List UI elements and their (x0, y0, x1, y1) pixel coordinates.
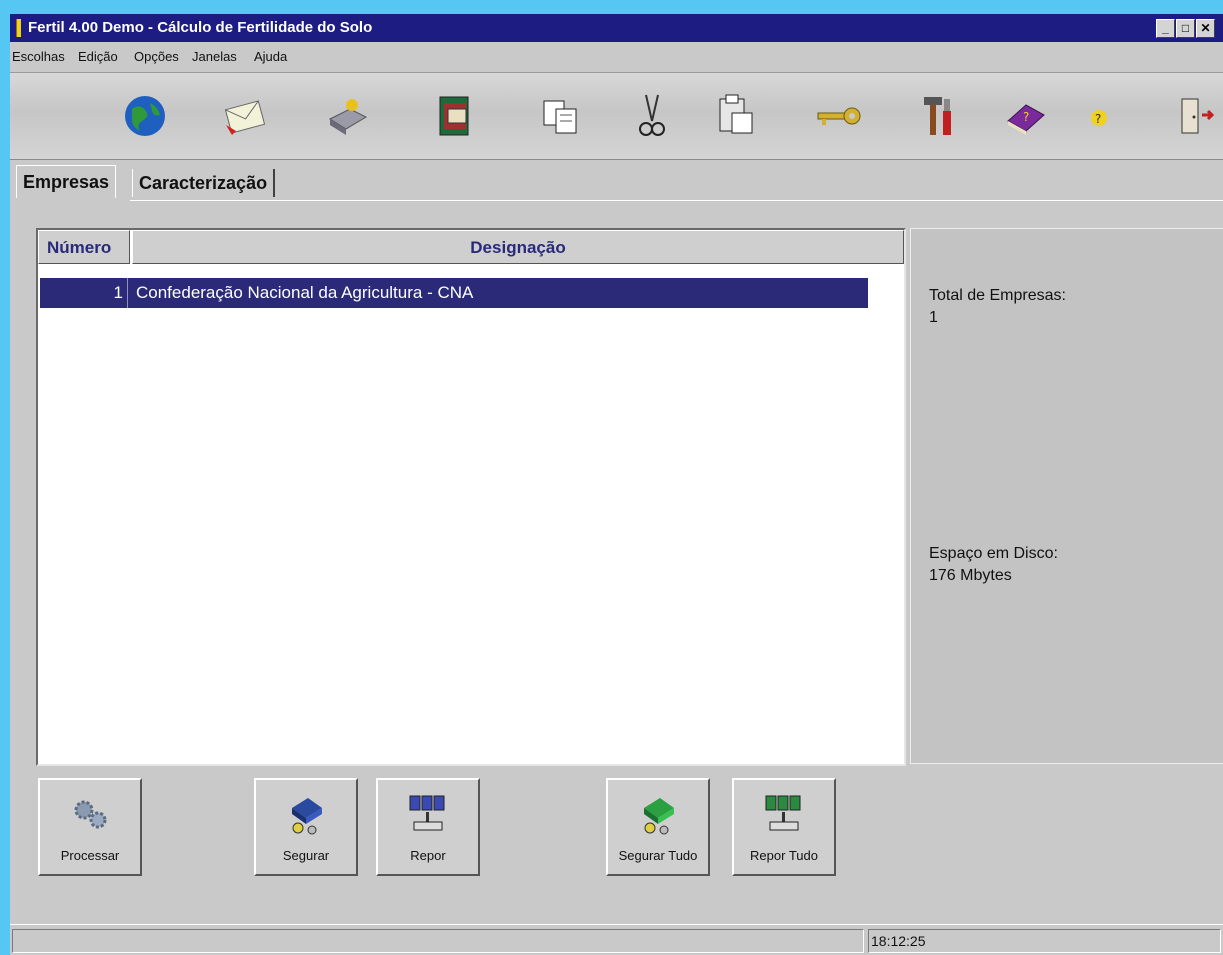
svg-text:?: ? (1023, 110, 1029, 124)
processar-button[interactable]: Processar (38, 778, 142, 876)
grid-header: Número Designação (38, 230, 904, 266)
total-empresas-value: 1 (929, 309, 938, 326)
maximize-icon[interactable]: □ (1176, 19, 1195, 38)
envelope-icon[interactable] (220, 91, 270, 141)
tab-empresas[interactable]: Empresas (16, 165, 117, 198)
status-bar: 18:12:25 (10, 924, 1223, 955)
minimize-icon[interactable]: _ (1156, 19, 1175, 38)
segurar-label: Segurar (282, 848, 330, 863)
total-empresas-label: Total de Empresas: (929, 287, 1066, 304)
paste-icon[interactable] (710, 91, 760, 141)
column-header-designacao[interactable]: Designação (132, 230, 904, 264)
cell-designacao: Confederação Nacional da Agricultura - C… (136, 283, 474, 302)
menu-escolhas[interactable]: Escolhas (12, 49, 65, 64)
segurar-button[interactable]: Segurar (254, 778, 358, 876)
backup-green-icon (634, 792, 682, 838)
segurar-tudo-button[interactable]: Segurar Tudo (606, 778, 710, 876)
copy-icon[interactable] (536, 91, 586, 141)
help-icon[interactable]: ? (1074, 91, 1124, 141)
book-icon[interactable]: ? (1000, 91, 1050, 141)
status-clock: 18:12:25 (868, 929, 1221, 953)
menu-opcoes[interactable]: Opções (134, 49, 179, 64)
tab-divider (130, 200, 1223, 201)
app-icon (16, 19, 21, 37)
column-header-numero[interactable]: Número (38, 230, 130, 264)
table-row[interactable]: 1 Confederação Nacional da Agricultura -… (40, 278, 868, 308)
restore-blue-icon (404, 792, 452, 838)
tools-icon[interactable] (914, 91, 964, 141)
disk-icon[interactable] (322, 91, 372, 141)
processar-label: Processar (60, 848, 120, 863)
archive-icon[interactable] (430, 91, 480, 141)
gears-icon (66, 792, 114, 838)
menu-bar: Escolhas Edição Opções Janelas Ajuda (10, 44, 1223, 70)
globe-icon[interactable] (120, 91, 170, 141)
window-title: Fertil 4.00 Demo - Cálculo de Fertilidad… (28, 19, 373, 36)
tab-strip: Empresas Caracterização (10, 161, 1223, 201)
tab-caracterizacao[interactable]: Caracterização (132, 169, 276, 197)
restore-green-icon (760, 792, 808, 838)
disk-space-value: 176 Mbytes (929, 567, 1012, 584)
info-panel: Total de Empresas: 1 Espaço em Disco: 17… (910, 228, 1223, 764)
svg-text:?: ? (1095, 112, 1101, 126)
repor-label: Repor (410, 848, 446, 863)
repor-tudo-label: Repor Tudo (750, 848, 818, 863)
key-icon[interactable] (814, 91, 864, 141)
menu-ajuda[interactable]: Ajuda (254, 49, 287, 64)
menu-janelas[interactable]: Janelas (192, 49, 237, 64)
cell-numero: 1 (40, 278, 128, 308)
toolbar: ? ? (10, 72, 1223, 160)
status-panel-main (12, 929, 864, 953)
segurar-tudo-label: Segurar Tudo (618, 848, 698, 863)
backup-blue-icon (282, 792, 330, 838)
application-window: Fertil 4.00 Demo - Cálculo de Fertilidad… (10, 14, 1223, 955)
menu-edicao[interactable]: Edição (78, 49, 118, 64)
scissors-icon[interactable] (626, 91, 676, 141)
exit-door-icon[interactable] (1170, 91, 1220, 141)
disk-space-label: Espaço em Disco: (929, 545, 1058, 562)
title-bar[interactable]: Fertil 4.00 Demo - Cálculo de Fertilidad… (10, 14, 1223, 42)
repor-button[interactable]: Repor (376, 778, 480, 876)
close-icon[interactable]: ✕ (1196, 19, 1215, 38)
empresas-grid[interactable]: Número Designação 1 Confederação Naciona… (36, 228, 906, 766)
repor-tudo-button[interactable]: Repor Tudo (732, 778, 836, 876)
